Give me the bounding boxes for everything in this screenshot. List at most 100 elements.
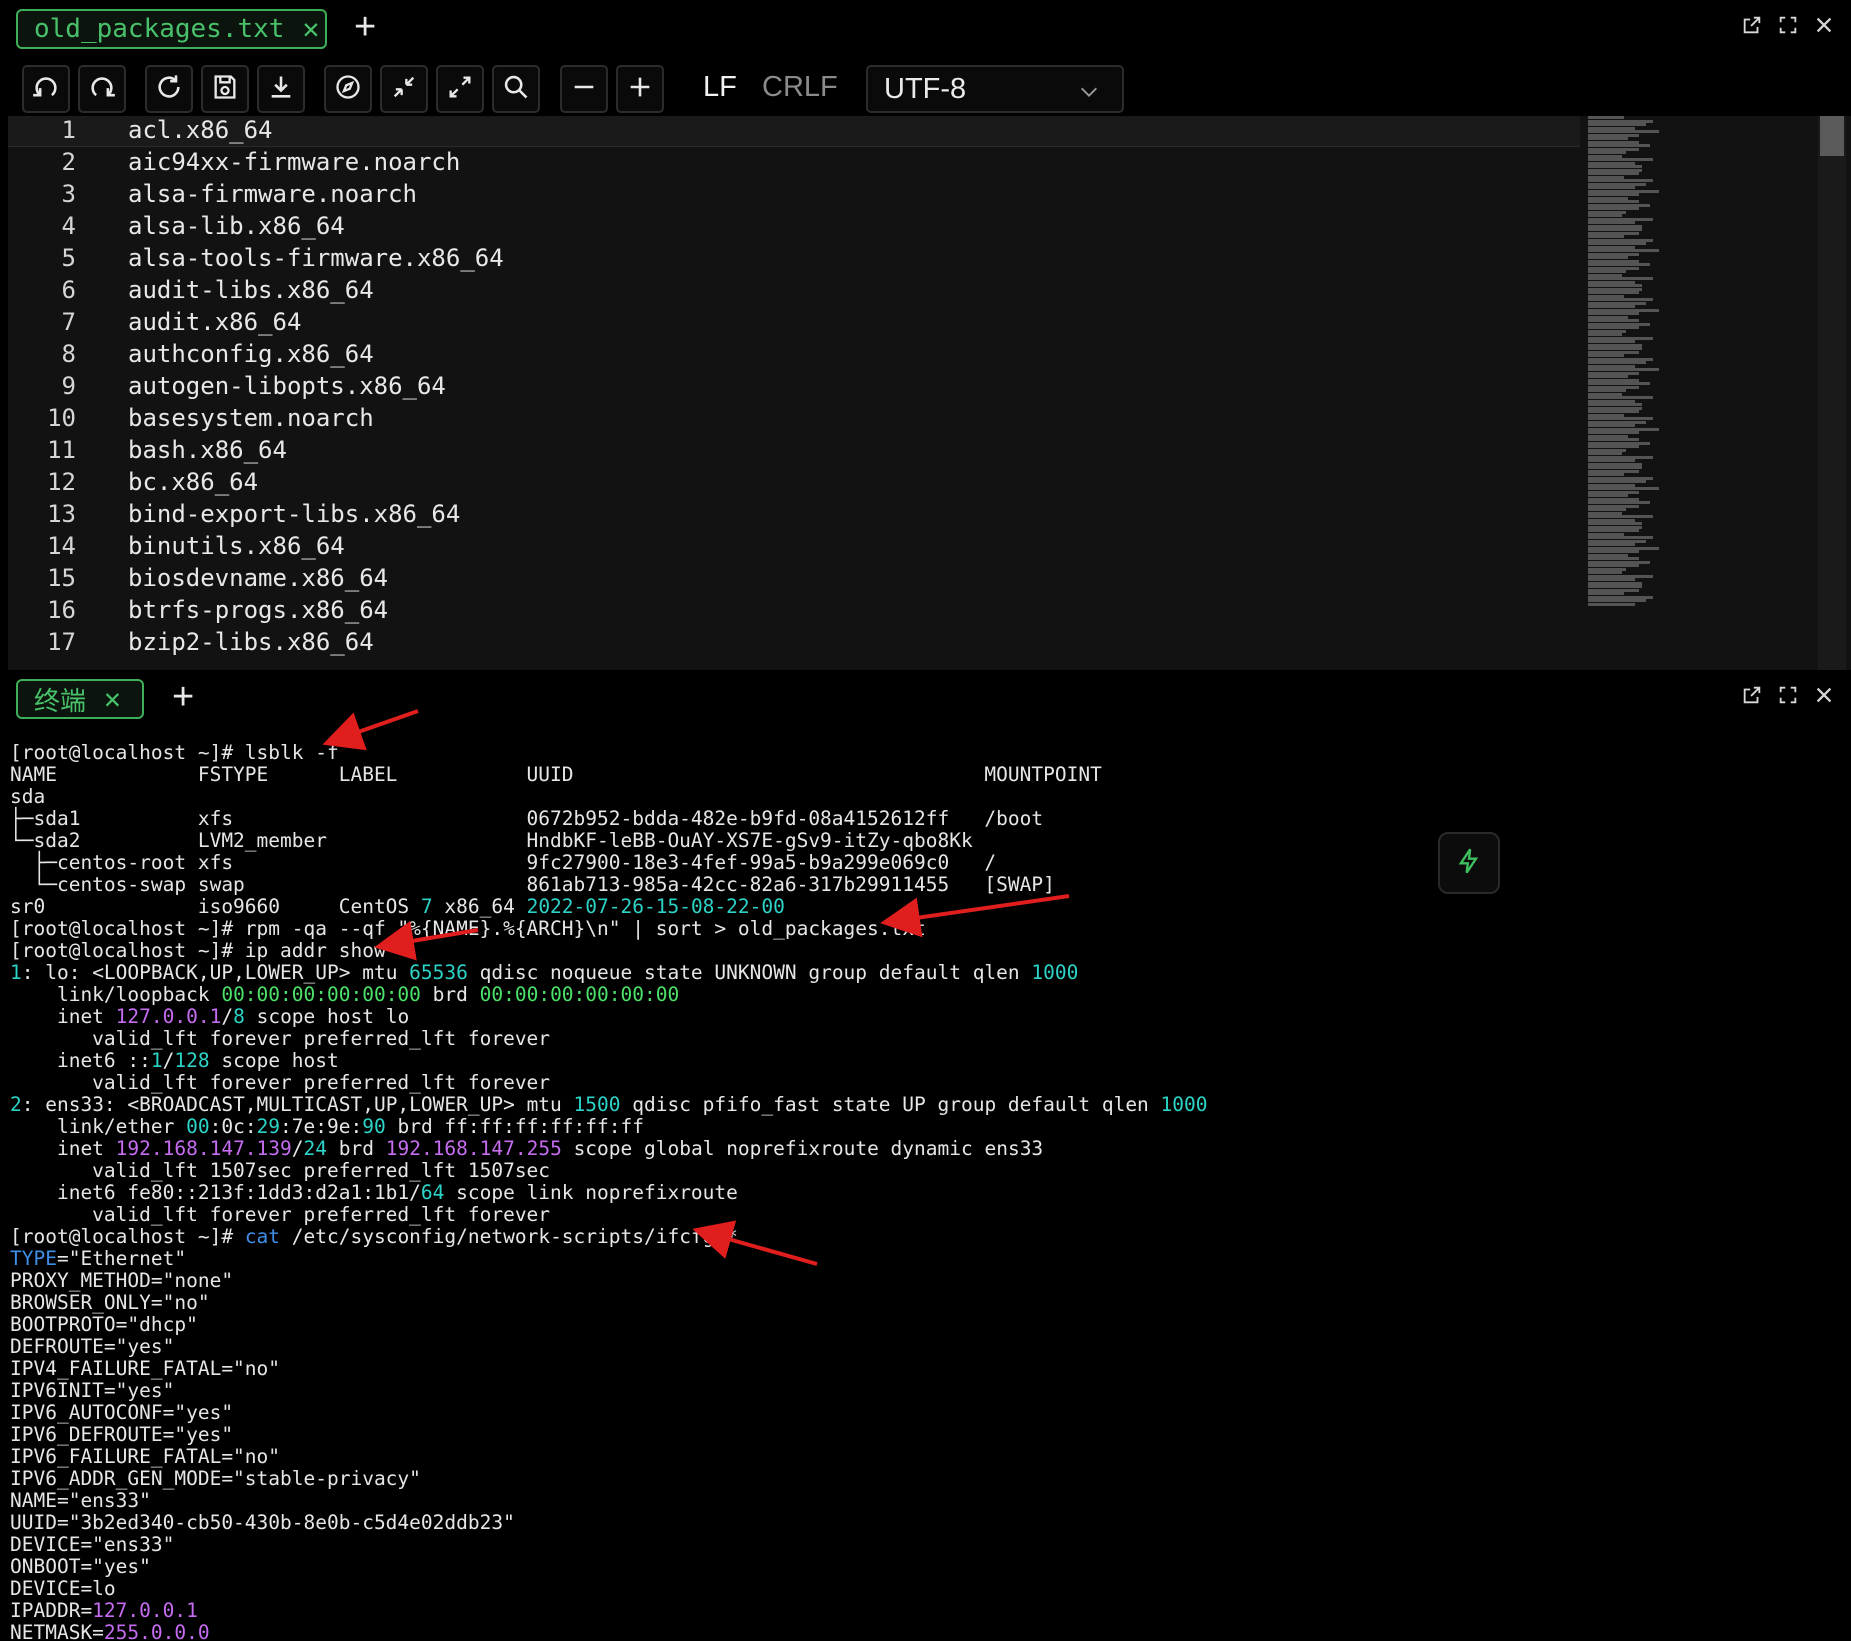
terminal-text: ="Ethernet" [56, 1247, 187, 1270]
terminal-text: : lo: <LOOPBACK,UP,LOWER_UP> mtu [21, 961, 410, 984]
new-terminal-icon[interactable]: + [172, 676, 194, 719]
editor-line[interactable]: 5 alsa-tools-firmware.x86_64 [8, 244, 1580, 276]
terminal-line: IPV6_DEFROUTE="yes" [10, 1424, 233, 1446]
terminal-line: DEFROUTE="yes" [10, 1336, 174, 1358]
editor-line[interactable]: 17 bzip2-libs.x86_64 [8, 628, 1580, 660]
terminal-line: BROWSER_ONLY="no" [10, 1292, 210, 1314]
terminal-text: DEVICE=lo [10, 1577, 116, 1600]
terminal-text: 7 [420, 895, 433, 918]
collapse-icon [390, 73, 418, 105]
line-number: 3 [61, 180, 76, 208]
terminal-line: 2: ens33: <BROADCAST,MULTICAST,UP,LOWER_… [10, 1094, 1208, 1116]
editor-line[interactable]: 8 authconfig.x86_64 [8, 340, 1580, 372]
maximize-icon[interactable] [1777, 684, 1799, 706]
line-text: audit-libs.x86_64 [128, 276, 374, 304]
editor-line[interactable]: 1 acl.x86_64 [8, 116, 1580, 148]
line-number: 14 [47, 532, 76, 560]
terminal-text: sda [10, 785, 46, 808]
editor-line[interactable]: 2 aic94xx-firmware.noarch [8, 148, 1580, 180]
scrollbar-thumb[interactable] [1820, 116, 1844, 156]
popout-icon[interactable] [1741, 684, 1763, 706]
minimap[interactable] [1588, 116, 1698, 670]
terminal-line: ├─centos-root xfs 9fc27900-18e3-4fef-99a… [10, 852, 996, 874]
terminal-text: └─centos-swap swap 861ab713-985a-42cc-82… [10, 873, 1055, 896]
tab-label: 终端 [34, 686, 87, 717]
undo-icon [32, 73, 60, 105]
collapse-button[interactable] [380, 65, 428, 113]
refresh-button[interactable] [145, 65, 193, 113]
line-text: autogen-libopts.x86_64 [128, 372, 446, 400]
editor-line[interactable]: 3 alsa-firmware.noarch [8, 180, 1580, 212]
compass-button[interactable] [324, 65, 372, 113]
terminal-line: PROXY_METHOD="none" [10, 1270, 233, 1292]
terminal-text: scope host lo [244, 1005, 410, 1028]
redo-icon [88, 73, 116, 105]
text-editor[interactable]: 1 acl.x86_64 2 aic94xx-firmware.noarch 3 alsa… [8, 116, 1851, 670]
line-number: 16 [47, 596, 76, 624]
popout-icon[interactable] [1741, 14, 1763, 36]
terminal-text: 255.0.0.0 [103, 1621, 210, 1641]
editor-line[interactable]: 4 alsa-lib.x86_64 [8, 212, 1580, 244]
terminal-line: ├─sda1 xfs 0672b952-bdda-482e-b9fd-08a41… [10, 808, 1043, 830]
line-number: 4 [61, 212, 76, 240]
terminal-line: [root@localhost ~]# rpm -qa --qf "%{NAME… [10, 918, 926, 940]
terminal-text: valid_lft 1507sec preferred_lft 1507sec [10, 1159, 551, 1182]
encoding-select[interactable]: UTF-8 [866, 65, 1124, 113]
download-icon [267, 73, 295, 105]
terminal-text: UUID="3b2ed340-cb50-430b-8e0b-c5d4e02ddb… [10, 1511, 515, 1534]
zoom-out-button[interactable] [560, 65, 608, 113]
editor-line[interactable]: 13 bind-export-libs.x86_64 [8, 500, 1580, 532]
terminal-line: BOOTPROTO="dhcp" [10, 1314, 198, 1336]
editor-line[interactable]: 11 bash.x86_64 [8, 436, 1580, 468]
editor-line[interactable]: 7 audit.x86_64 [8, 308, 1580, 340]
encoding-value: UTF-8 [884, 72, 967, 105]
close-icon[interactable] [1813, 14, 1835, 36]
terminal-output[interactable]: [root@localhost ~]# lsblk -f NAME FSTYPE … [0, 728, 1851, 1641]
editor-line[interactable]: 10 basesystem.noarch [8, 404, 1580, 436]
editor-line[interactable]: 6 audit-libs.x86_64 [8, 276, 1580, 308]
terminal-line: IPV4_FAILURE_FATAL="no" [10, 1358, 280, 1380]
redo-button[interactable] [78, 65, 126, 113]
terminal-text: scope host [209, 1049, 339, 1072]
tab-terminal[interactable]: 终端 ✕ [16, 679, 144, 719]
undo-button[interactable] [22, 65, 70, 113]
zoom-in-icon [626, 73, 654, 105]
expand-button[interactable] [436, 65, 484, 113]
zoom-in-button[interactable] [616, 65, 664, 113]
terminal-text: inet [10, 1005, 116, 1028]
terminal-text: inet [10, 1137, 116, 1160]
close-tab-icon[interactable]: ✕ [104, 685, 121, 713]
terminal-text: 8 [233, 1005, 245, 1028]
maximize-icon[interactable] [1777, 14, 1799, 36]
terminal-text: brd [327, 1137, 386, 1160]
new-tab-icon[interactable]: + [354, 6, 376, 49]
editor-line[interactable]: 9 autogen-libopts.x86_64 [8, 372, 1580, 404]
line-text: bc.x86_64 [128, 468, 259, 496]
quick-action-button[interactable] [1438, 832, 1500, 894]
lightning-icon [1455, 847, 1483, 879]
chevron-down-icon [1078, 78, 1100, 100]
terminal-line: ONBOOT="yes" [10, 1556, 151, 1578]
terminal-text: : ens33: <BROADCAST,MULTICAST,UP,LOWER_U… [21, 1093, 574, 1116]
terminal-line: inet 127.0.0.1/8 scope host lo [10, 1006, 409, 1028]
editor-line[interactable]: 14 binutils.x86_64 [8, 532, 1580, 564]
tab-label: old_packages.txt [34, 14, 285, 44]
download-button[interactable] [257, 65, 305, 113]
close-icon[interactable] [1813, 684, 1835, 706]
editor-line[interactable]: 12 bc.x86_64 [8, 468, 1580, 500]
editor-line[interactable]: 15 biosdevname.x86_64 [8, 564, 1580, 596]
save-button[interactable] [201, 65, 249, 113]
terminal-text: ├─sda1 xfs 0672b952-bdda-482e-b9fd-08a41… [10, 807, 1044, 830]
terminal-text: PROXY_METHOD="none" [10, 1269, 234, 1292]
close-tab-icon[interactable]: ✕ [302, 15, 319, 43]
search-button[interactable] [492, 65, 540, 113]
terminal-text: valid_lft forever preferred_lft forever [10, 1203, 551, 1226]
terminal-text: /etc/sysconfig/network-scripts/ifcfg-* [280, 1225, 738, 1248]
vertical-scrollbar[interactable] [1818, 116, 1846, 670]
line-ending-crlf-button[interactable]: CRLF [762, 71, 838, 104]
terminal-text: 65536 [409, 961, 468, 984]
editor-line[interactable]: 16 btrfs-progs.x86_64 [8, 596, 1580, 628]
line-ending-lf-button[interactable]: LF [703, 71, 737, 104]
terminal-text: 127.0.0.1 [115, 1005, 222, 1028]
tab-old-packages[interactable]: old_packages.txt ✕ [16, 9, 327, 49]
